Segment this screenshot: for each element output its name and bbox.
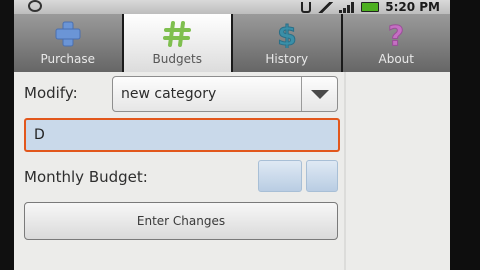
app-screen: 5:20 PM Purchase Budgets $ History ? Abo… — [14, 0, 450, 270]
dropdown-arrow-button[interactable] — [301, 77, 337, 111]
chevron-down-icon — [310, 89, 329, 99]
device-bezel-right — [450, 0, 480, 270]
wifi-icon — [317, 1, 334, 13]
tab-budgets[interactable]: Budgets — [123, 14, 233, 72]
monthly-budget-label: Monthly Budget: — [24, 168, 148, 186]
category-select-value: new category — [121, 86, 217, 102]
tab-history[interactable]: $ History — [233, 14, 343, 72]
status-time: 5:20 PM — [385, 0, 440, 14]
tab-budgets-label: Budgets — [152, 52, 202, 66]
monthly-budget-input-secondary[interactable] — [306, 160, 338, 192]
enter-changes-button[interactable]: Enter Changes — [24, 202, 338, 240]
question-icon: ? — [379, 19, 413, 49]
content-divider — [344, 72, 346, 270]
status-bar: 5:20 PM — [14, 0, 450, 14]
hash-icon — [160, 19, 194, 49]
plus-icon — [51, 19, 85, 49]
category-select[interactable]: new category — [112, 76, 338, 112]
tab-about[interactable]: ? About — [342, 14, 450, 72]
usb-icon — [301, 1, 312, 13]
tab-bar: Purchase Budgets $ History ? About — [14, 14, 450, 72]
signal-icon — [339, 1, 355, 13]
category-name-input[interactable]: D — [24, 118, 340, 152]
battery-icon — [361, 2, 380, 12]
tab-history-label: History — [265, 52, 309, 66]
enter-changes-label: Enter Changes — [136, 214, 226, 228]
category-name-value: D — [34, 127, 45, 143]
tab-purchase[interactable]: Purchase — [14, 14, 124, 72]
tab-purchase-label: Purchase — [40, 52, 96, 66]
monthly-budget-input[interactable] — [258, 160, 302, 192]
dollar-icon: $ — [270, 19, 304, 49]
budgets-form: Modify: new category D Monthly Budget: E… — [14, 72, 450, 270]
svg-text:?: ? — [388, 20, 404, 48]
tab-about-label: About — [378, 52, 414, 66]
modify-label: Modify: — [24, 84, 78, 102]
device-bezel-left — [0, 0, 14, 270]
svg-text:$: $ — [277, 20, 296, 48]
notification-icon — [28, 0, 42, 12]
